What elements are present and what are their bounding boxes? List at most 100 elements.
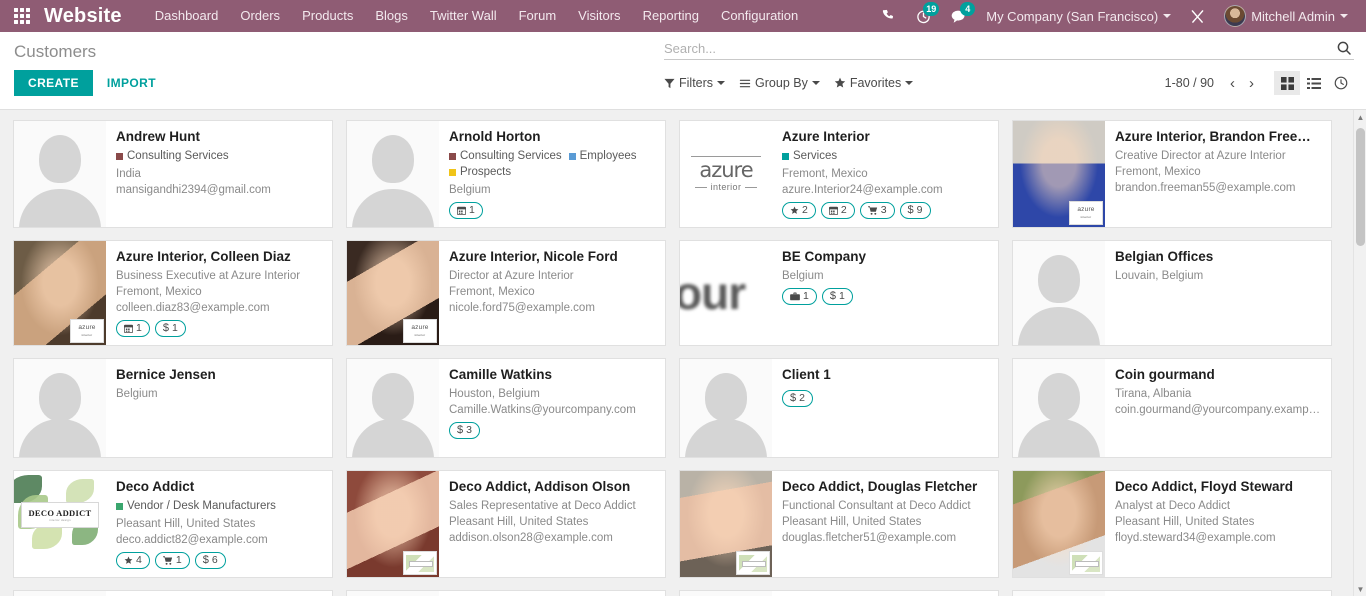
card-email[interactable]: deco.addict82@example.com xyxy=(116,532,322,548)
card-title[interactable]: Azure Interior, Colleen Diaz xyxy=(116,249,322,265)
menu-item-twitter-wall[interactable]: Twitter Wall xyxy=(419,0,508,32)
card-title[interactable]: Azure Interior xyxy=(782,129,988,145)
card-badge-dollar[interactable]: $1 xyxy=(821,288,853,305)
kanban-card[interactable]: Camille Watkins Houston, Belgium Camille.W… xyxy=(346,358,666,458)
card-email[interactable]: floyd.steward34@example.com xyxy=(1115,530,1321,546)
card-title[interactable]: Client 1 xyxy=(782,367,988,383)
menu-item-blogs[interactable]: Blogs xyxy=(364,0,419,32)
card-title[interactable]: Azure Interior, Nicole Ford xyxy=(449,249,655,265)
favorites-dropdown[interactable]: Favorites xyxy=(834,76,914,90)
kanban-view-button[interactable] xyxy=(1274,71,1300,95)
card-email[interactable]: colleen.diaz83@example.com xyxy=(116,300,322,316)
group-by-dropdown[interactable]: Group By xyxy=(739,76,820,90)
kanban-card[interactable]: DECO ADDICT interior design Deco Addict Ven… xyxy=(13,470,333,578)
breadcrumb[interactable]: Customers xyxy=(14,42,164,62)
kanban-card[interactable]: Coin gourmand Tirana, Albania coin.gourman… xyxy=(1012,358,1332,458)
kanban-card[interactable]: azure interior Azure Interior, Brandon Fre… xyxy=(1012,120,1332,228)
kanban-card[interactable]: Faridoon YousafiColombo, India xyxy=(679,590,999,596)
card-email[interactable]: addison.olson28@example.com xyxy=(449,530,655,546)
kanban-card[interactable]: Arnold Horton Consulting Services Employee… xyxy=(346,120,666,228)
kanban-card[interactable]: Andrew Hunt Consulting Services India mansi… xyxy=(13,120,333,228)
card-badge-dollar[interactable]: $2 xyxy=(782,390,813,407)
card-title[interactable]: Bernice Jensen xyxy=(116,367,322,383)
kanban-card[interactable]: azure interior Azure Interior Services Fremo… xyxy=(679,120,999,228)
card-badge-calendar[interactable]: 2 xyxy=(820,202,855,219)
card-title[interactable]: Coin gourmand xyxy=(1115,367,1321,383)
card-badge-calendar[interactable]: 1 xyxy=(116,320,150,337)
search-button[interactable] xyxy=(1334,40,1354,56)
card-badge-dollar[interactable]: $9 xyxy=(899,202,931,219)
card-email[interactable]: coin.gourmand@yourcompany.example.com xyxy=(1115,402,1321,418)
list-view-button[interactable] xyxy=(1301,71,1327,95)
kanban-card[interactable]: azure interior Azure Interior, Nicole Ford… xyxy=(346,240,666,346)
menu-item-forum[interactable]: Forum xyxy=(508,0,568,32)
scroll-down-arrow[interactable]: ▼ xyxy=(1354,582,1366,596)
user-menu[interactable]: Mitchell Admin xyxy=(1216,0,1356,32)
kanban-card[interactable]: Client 1 $2 xyxy=(679,358,999,458)
kanban-card[interactable]: Belgian Offices Louvain, Belgium xyxy=(1012,240,1332,346)
kanban-card[interactable]: Deco Addict, Addison Olson Sales Represen… xyxy=(346,470,666,578)
search-input[interactable] xyxy=(664,40,1334,56)
menu-item-orders[interactable]: Orders xyxy=(229,0,291,32)
app-brand-title[interactable]: Website xyxy=(44,5,144,28)
card-badge-cart[interactable]: 1 xyxy=(154,552,190,569)
menu-item-visitors[interactable]: Visitors xyxy=(567,0,631,32)
activity-view-button[interactable] xyxy=(1328,71,1354,95)
card-title[interactable]: Deco Addict xyxy=(116,479,322,495)
dollar-icon: $ xyxy=(457,424,464,436)
menu-item-dashboard[interactable]: Dashboard xyxy=(144,0,230,32)
card-email[interactable]: azure.Interior24@example.com xyxy=(782,182,988,198)
card-badge-cart[interactable]: 3 xyxy=(859,202,895,219)
card-badge-dollar[interactable]: $3 xyxy=(449,422,480,439)
card-badge-dollar[interactable]: $6 xyxy=(194,552,226,569)
card-location: Belgium xyxy=(449,184,491,196)
pager-next-button[interactable]: › xyxy=(1243,76,1260,91)
card-image xyxy=(1013,591,1105,596)
card-title[interactable]: Arnold Horton xyxy=(449,129,655,145)
scroll-up-arrow[interactable]: ▲ xyxy=(1354,110,1366,124)
vertical-scrollbar[interactable]: ▲ ▼ xyxy=(1353,110,1366,596)
kanban-card[interactable]: azure interior Azure Interior, Colleen Dia… xyxy=(13,240,333,346)
activities-button[interactable]: 19 xyxy=(907,0,940,32)
kanban-card[interactable]: Deco Addict, Floyd Steward Analyst at Dec… xyxy=(1012,470,1332,578)
card-title[interactable]: BE Company xyxy=(782,249,988,265)
card-title[interactable]: Belgian Offices xyxy=(1115,249,1321,265)
kanban-card[interactable]: Dwight SnyderBelgium xyxy=(13,590,333,596)
card-email[interactable]: nicole.ford75@example.com xyxy=(449,300,655,316)
card-email[interactable]: mansigandhi2394@gmail.com xyxy=(116,182,322,198)
phone-button[interactable] xyxy=(873,0,905,32)
card-title[interactable]: Andrew Hunt xyxy=(116,129,322,145)
card-email[interactable]: Camille.Watkins@yourcompany.com xyxy=(449,402,655,418)
menu-item-reporting[interactable]: Reporting xyxy=(632,0,710,32)
card-email[interactable]: brandon.freeman55@example.com xyxy=(1115,180,1321,196)
import-button[interactable]: IMPORT xyxy=(99,70,164,96)
card-title[interactable]: Deco Addict, Addison Olson xyxy=(449,479,655,495)
messages-button[interactable]: 4 xyxy=(942,0,976,32)
card-badge-star[interactable]: 2 xyxy=(782,202,816,219)
card-title[interactable]: Camille Watkins xyxy=(449,367,655,383)
kanban-card[interactable]: Eduardo KelleyBelgium xyxy=(346,590,666,596)
developer-tools-button[interactable] xyxy=(1181,0,1214,32)
pager-previous-button[interactable]: ‹ xyxy=(1224,76,1241,91)
company-switcher[interactable]: My Company (San Francisco) xyxy=(978,0,1179,32)
card-badge-calendar[interactable]: 1 xyxy=(449,202,483,219)
kanban-card[interactable]: Deco Addict, Douglas Fletcher Functional … xyxy=(679,470,999,578)
card-badge-star[interactable]: 4 xyxy=(116,552,150,569)
card-title[interactable]: Deco Addict, Floyd Steward xyxy=(1115,479,1321,495)
kanban-card[interactable]: Fiscal Administration xyxy=(1012,590,1332,596)
card-job-title: Analyst at Deco Addict xyxy=(1115,500,1231,512)
card-badge-briefcase[interactable]: 1 xyxy=(782,288,817,305)
card-badge-dollar[interactable]: $1 xyxy=(154,320,186,337)
card-badges: 2 2 3 $9 xyxy=(782,202,988,219)
create-button[interactable]: CREATE xyxy=(14,70,93,96)
apps-menu-button[interactable] xyxy=(0,0,44,32)
card-title[interactable]: Azure Interior, Brandon Freeman xyxy=(1115,129,1321,145)
card-title[interactable]: Deco Addict, Douglas Fletcher xyxy=(782,479,988,495)
kanban-card[interactable]: Bernice Jensen Belgium xyxy=(13,358,333,458)
kanban-card[interactable]: our BE Company Belgium 1 $1 xyxy=(679,240,999,346)
menu-item-configuration[interactable]: Configuration xyxy=(710,0,809,32)
filters-dropdown[interactable]: Filters xyxy=(664,76,726,90)
scrollbar-thumb[interactable] xyxy=(1356,128,1365,246)
menu-item-products[interactable]: Products xyxy=(291,0,364,32)
card-email[interactable]: douglas.fletcher51@example.com xyxy=(782,530,988,546)
